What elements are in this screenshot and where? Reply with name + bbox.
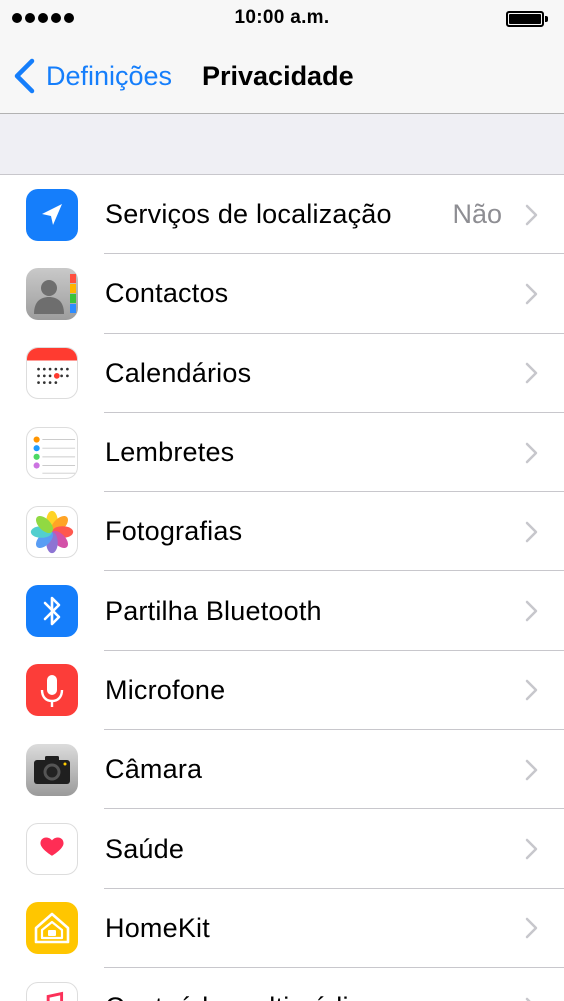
chevron-right-icon (525, 283, 538, 305)
camera-icon (26, 743, 78, 796)
bluetooth-icon (26, 585, 78, 638)
list-item-homekit[interactable]: HomeKit (0, 889, 564, 969)
status-bar: 10:00 a.m. (0, 0, 564, 38)
list-item-photos[interactable]: Fotografias (0, 492, 564, 572)
list-item-label: Saúde (105, 833, 185, 864)
list-item-label: Câmara (105, 754, 203, 785)
back-button-label: Definições (46, 60, 173, 91)
battery-icon (506, 11, 544, 27)
photos-icon (26, 505, 78, 558)
status-time: 10:00 a.m. (234, 7, 330, 28)
health-heart-icon (26, 823, 78, 876)
list-item-camera[interactable]: Câmara (0, 730, 564, 810)
list-item-health[interactable]: Saúde (0, 809, 564, 889)
location-services-status: Não (452, 199, 502, 230)
reminders-icon (26, 426, 78, 479)
chevron-right-icon (525, 918, 538, 939)
battery-tip (545, 16, 548, 22)
contacts-icon (26, 267, 78, 320)
list-item-contacts[interactable]: Contactos (0, 254, 564, 334)
chevron-right-icon (525, 759, 538, 780)
music-note-icon (26, 981, 78, 1001)
list-item-label: Serviços de localização (105, 199, 392, 230)
list-item-label: Microfone (105, 674, 226, 705)
back-button[interactable]: Definições (12, 38, 172, 114)
chevron-right-icon (525, 600, 538, 622)
microphone-icon (26, 664, 78, 717)
list-item-label: Conteúdo multimédia (105, 992, 364, 1001)
chevron-right-icon (525, 362, 538, 384)
list-item-label: Lembretes (105, 437, 235, 468)
homekit-icon (26, 902, 78, 955)
chevron-right-icon (525, 838, 538, 860)
page-title: Privacidade (202, 60, 354, 91)
list-item-reminders[interactable]: Lembretes (0, 413, 564, 493)
list-item-media-library[interactable]: Conteúdo multimédia (0, 968, 564, 1001)
chevron-right-icon (525, 442, 538, 463)
privacy-settings-list: Serviços de localização Não Contactos Ca… (0, 174, 564, 1001)
chevron-right-icon (525, 997, 532, 1001)
chevron-right-icon (525, 204, 538, 225)
list-item-label: HomeKit (105, 912, 210, 943)
chevron-right-icon (525, 521, 538, 543)
location-arrow-icon (26, 188, 78, 241)
navigation-bar: Definições Privacidade (0, 38, 564, 114)
list-item-location-services[interactable]: Serviços de localização Não (0, 175, 564, 255)
list-item-label: Fotografias (105, 516, 243, 547)
list-item-calendars[interactable]: Calendários (0, 334, 564, 414)
list-item-bluetooth-sharing[interactable]: Partilha Bluetooth (0, 571, 564, 652)
list-item-label: Partilha Bluetooth (105, 595, 322, 626)
list-item-microphone[interactable]: Microfone (0, 651, 564, 731)
calendar-icon (26, 347, 78, 400)
list-item-label: Contactos (105, 278, 229, 309)
chevron-left-icon (14, 58, 35, 94)
list-item-label: Calendários (105, 357, 252, 388)
chevron-right-icon (525, 680, 538, 701)
